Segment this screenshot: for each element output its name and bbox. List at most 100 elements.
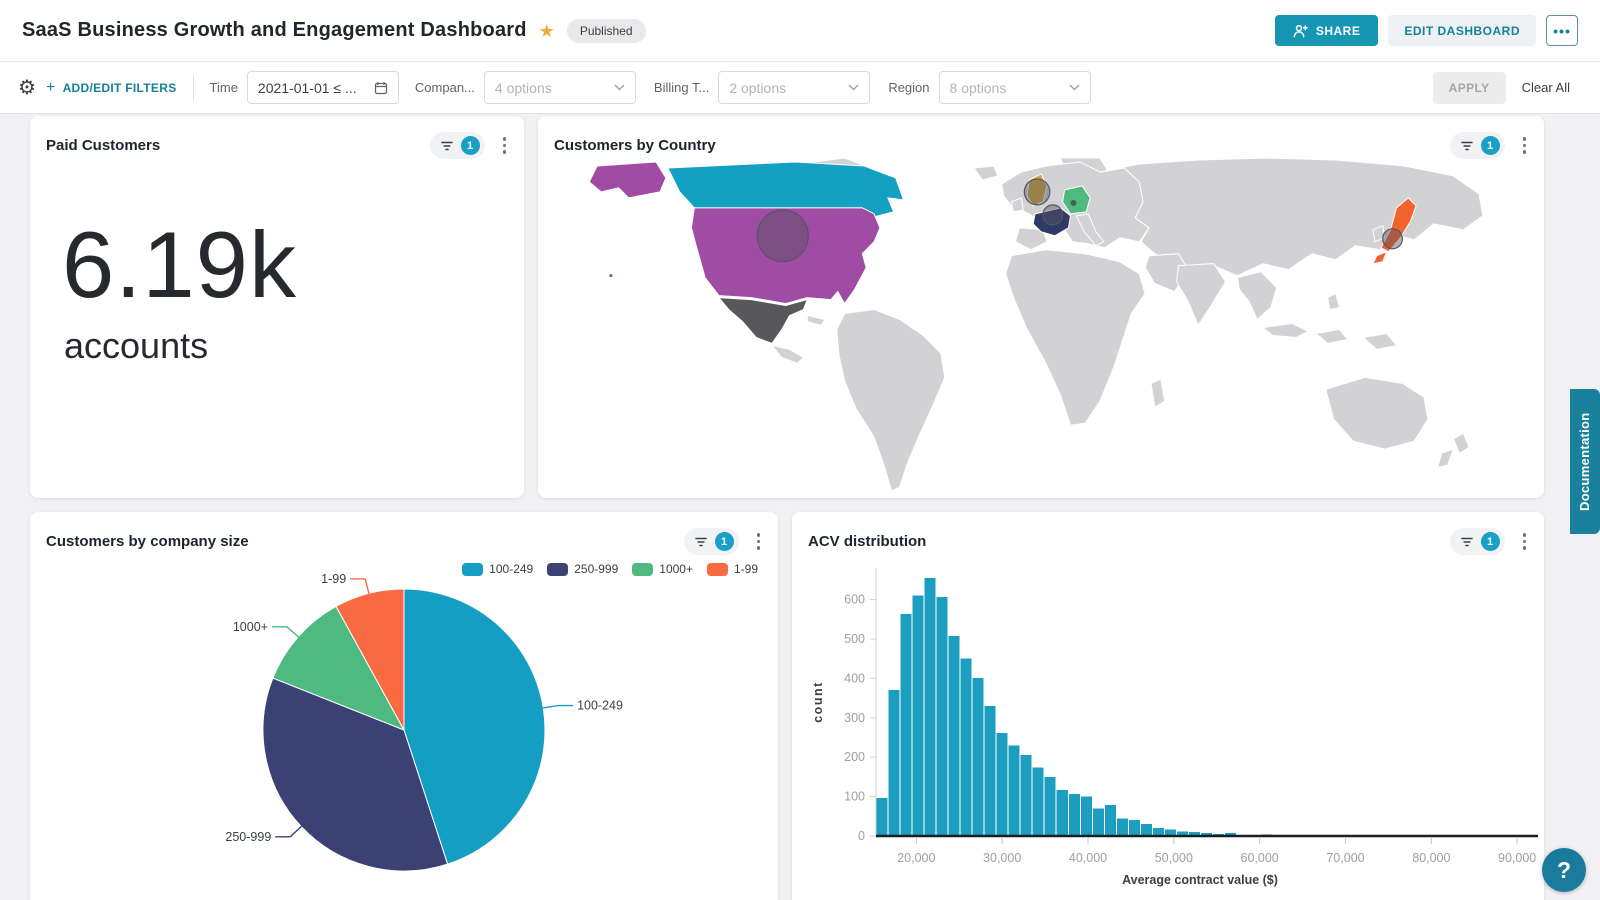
bubble-united-states[interactable]: [757, 210, 808, 262]
histogram-bar[interactable]: [1105, 805, 1116, 836]
card-acv-distribution: ACV distribution 1 010020030040050060020…: [792, 512, 1544, 900]
more-options-button[interactable]: •••: [1546, 15, 1578, 46]
filter-count-badge: 1: [715, 532, 734, 551]
histogram-bar[interactable]: [1129, 820, 1140, 836]
card-title: Customers by Country: [554, 137, 716, 154]
country-alaska-us[interactable]: [589, 162, 666, 198]
country-japan-south[interactable]: [1373, 252, 1387, 264]
histogram-bar[interactable]: [877, 798, 888, 836]
card-customers-by-country: Customers by Country 1: [538, 116, 1544, 498]
divider: [193, 75, 194, 101]
filter-funnel-icon: [440, 140, 454, 152]
y-tick-label: 600: [844, 593, 865, 607]
histogram-bar[interactable]: [1141, 824, 1152, 836]
share-button[interactable]: SHARE: [1275, 15, 1379, 46]
time-filter-value: 2021-01-01 ≤ ...: [258, 80, 357, 96]
pie-callout-label: 1000+: [233, 620, 268, 634]
filter-bar: ⚙ + ADD/EDIT FILTERS Time 2021-01-01 ≤ .…: [0, 62, 1600, 114]
widget-filter-chip[interactable]: 1: [684, 528, 739, 555]
histogram-bar[interactable]: [1033, 767, 1044, 836]
region-indonesia-east: [1316, 329, 1347, 343]
chevron-down-icon: [614, 84, 625, 91]
histogram-bar[interactable]: [1057, 790, 1068, 836]
y-tick-label: 0: [858, 829, 865, 843]
histogram-bar[interactable]: [937, 597, 948, 836]
widget-menu-kebab-icon[interactable]: [753, 531, 765, 552]
apply-filters-button[interactable]: APPLY: [1433, 72, 1506, 104]
chevron-down-icon: [848, 84, 859, 91]
y-tick-label: 300: [844, 711, 865, 725]
x-tick-label: 60,000: [1241, 851, 1279, 865]
country-hawaii-us: [609, 274, 612, 277]
bubble-japan[interactable]: [1383, 229, 1403, 249]
time-filter-input[interactable]: 2021-01-01 ≤ ...: [247, 71, 399, 104]
company-filter-value: 4 options: [495, 80, 552, 96]
filter-count-badge: 1: [461, 136, 480, 155]
billing-filter-value: 2 options: [729, 80, 786, 96]
pie-callout-label: 250-999: [225, 830, 271, 844]
country-mexico[interactable]: [719, 298, 807, 344]
filter-funnel-icon: [694, 536, 708, 548]
filter-settings-gear-icon[interactable]: ⚙: [18, 75, 36, 100]
country-australia: [1326, 377, 1428, 449]
time-filter-label: Time: [210, 80, 238, 95]
filter-funnel-icon: [1460, 536, 1474, 548]
histogram-bar[interactable]: [1081, 797, 1092, 836]
widget-menu-kebab-icon[interactable]: [1519, 135, 1531, 156]
y-axis-title: count: [811, 681, 825, 723]
widget-menu-kebab-icon[interactable]: [1519, 531, 1531, 552]
histogram-bar[interactable]: [1069, 794, 1080, 836]
histogram-bar[interactable]: [985, 706, 996, 836]
x-tick-label: 30,000: [983, 851, 1021, 865]
documentation-tab[interactable]: Documentation: [1570, 389, 1600, 534]
country-new-guinea: [1363, 333, 1396, 349]
country-cuba: [807, 316, 825, 326]
pie-callout-label: 100-249: [577, 699, 623, 713]
clear-all-filters-button[interactable]: Clear All: [1522, 80, 1570, 95]
bubble-united-kingdom[interactable]: [1024, 179, 1050, 205]
bubble-germany[interactable]: [1070, 200, 1076, 206]
card-customers-by-company-size: Customers by company size 1 100-249250-9…: [30, 512, 778, 900]
favorite-star-icon[interactable]: ★: [539, 22, 555, 40]
billing-filter-select[interactable]: 2 options: [718, 71, 870, 104]
widget-filter-chip[interactable]: 1: [1450, 528, 1505, 555]
bubble-france[interactable]: [1043, 205, 1063, 225]
histogram-bar[interactable]: [1093, 808, 1104, 836]
pie-callout-label: 1-99: [321, 572, 346, 586]
help-button[interactable]: ?: [1542, 848, 1586, 892]
histogram-bar[interactable]: [889, 690, 900, 836]
world-map-chart[interactable]: [550, 158, 1532, 492]
histogram-bar[interactable]: [913, 596, 924, 836]
region-africa: [1006, 250, 1145, 425]
kpi-value: 6.19k: [62, 211, 524, 319]
country-new-zealand: [1453, 433, 1469, 453]
card-paid-customers: Paid Customers 1 6.19k accounts: [30, 116, 524, 498]
histogram-bar[interactable]: [901, 614, 912, 836]
company-filter-select[interactable]: 4 options: [484, 71, 636, 104]
pie-chart[interactable]: 100-249 250-999 1000+ 1-99: [30, 558, 778, 900]
pie-callout-line: [272, 627, 299, 638]
status-badge: Published: [567, 19, 646, 43]
pie-callout-line: [542, 706, 573, 709]
country-iceland: [974, 166, 998, 180]
region-filter-select[interactable]: 8 options: [939, 71, 1091, 104]
histogram-bar[interactable]: [961, 659, 972, 836]
widget-menu-kebab-icon[interactable]: [499, 135, 511, 156]
histogram-bar[interactable]: [997, 733, 1008, 836]
histogram-bar[interactable]: [1021, 755, 1032, 836]
histogram-chart[interactable]: 010020030040050060020,00030,00040,00050,…: [798, 552, 1538, 900]
histogram-bar[interactable]: [1009, 745, 1020, 836]
histogram-bar[interactable]: [1117, 818, 1128, 836]
histogram-bar[interactable]: [973, 678, 984, 836]
billing-filter-label: Billing T...: [654, 80, 709, 95]
y-tick-label: 200: [844, 750, 865, 764]
histogram-bar[interactable]: [1045, 777, 1056, 836]
edit-dashboard-button[interactable]: EDIT DASHBOARD: [1388, 15, 1536, 46]
x-axis-title: Average contract value ($): [1122, 873, 1278, 887]
add-edit-filters-button[interactable]: + ADD/EDIT FILTERS: [46, 79, 177, 97]
widget-filter-chip[interactable]: 1: [430, 132, 485, 159]
histogram-bar[interactable]: [949, 636, 960, 836]
widget-filter-chip[interactable]: 1: [1450, 132, 1505, 159]
histogram-bar[interactable]: [925, 578, 936, 836]
country-india: [1177, 264, 1226, 326]
